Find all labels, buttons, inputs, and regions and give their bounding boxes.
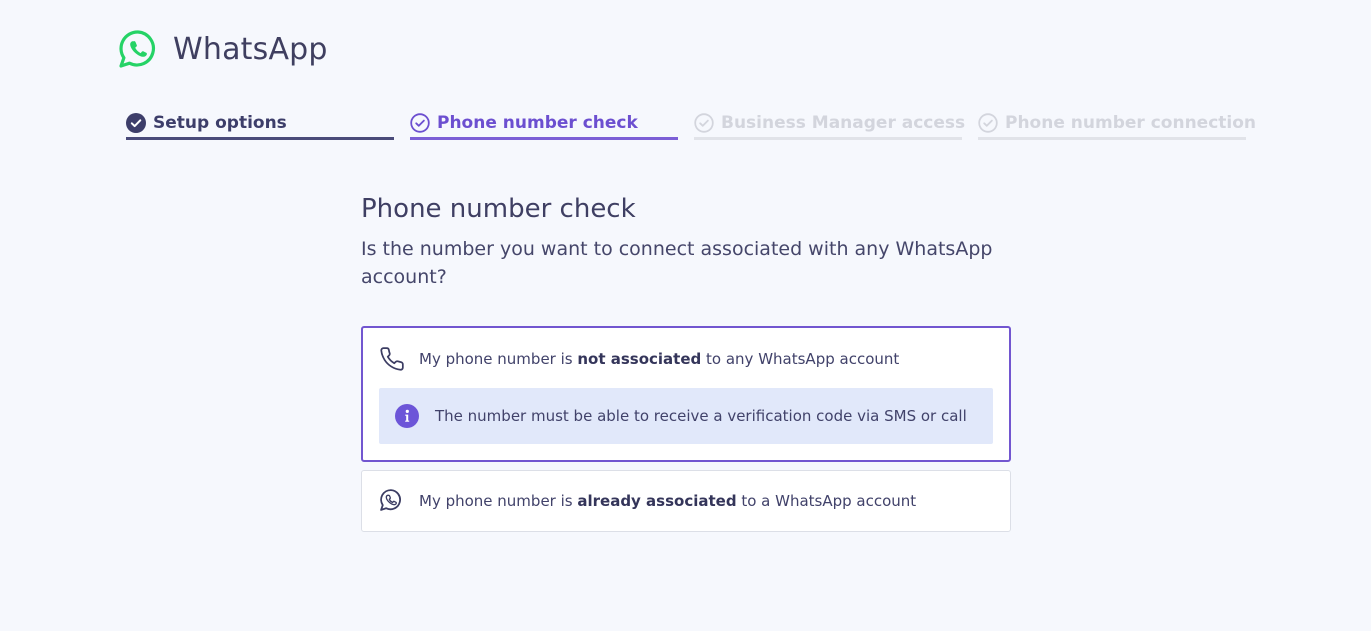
check-filled-icon bbox=[126, 113, 146, 133]
step-label: Business Manager access bbox=[721, 113, 966, 133]
option-emphasis: already associated bbox=[577, 492, 737, 510]
option-not-associated[interactable]: My phone number is not associated to any… bbox=[361, 326, 1011, 462]
option-emphasis: not associated bbox=[577, 350, 702, 368]
main-content: Phone number check Is the number you wan… bbox=[361, 194, 1011, 291]
app-header: WhatsApp bbox=[118, 29, 328, 69]
progress-stepper: Setup options Phone number check Busines… bbox=[126, 110, 1256, 140]
page-subtitle: Is the number you want to connect associ… bbox=[361, 238, 993, 288]
step-setup-options[interactable]: Setup options bbox=[126, 110, 394, 140]
whatsapp-logo-icon bbox=[118, 29, 158, 69]
step-business-manager-access[interactable]: Business Manager access bbox=[694, 110, 966, 140]
app-title: WhatsApp bbox=[173, 31, 328, 67]
info-text: The number must be able to receive a ver… bbox=[435, 407, 967, 425]
step-label: Phone number check bbox=[437, 113, 638, 133]
step-label: Phone number connection bbox=[1005, 113, 1257, 133]
check-outline-icon bbox=[694, 113, 714, 133]
phone-icon bbox=[379, 346, 405, 372]
step-phone-number-connection[interactable]: Phone number connection bbox=[978, 110, 1256, 140]
page-title: Phone number check bbox=[361, 194, 636, 224]
whatsapp-icon bbox=[379, 488, 405, 514]
info-banner: The number must be able to receive a ver… bbox=[379, 388, 993, 444]
option-label: My phone number is not associated to any… bbox=[419, 350, 900, 368]
step-label: Setup options bbox=[153, 113, 287, 133]
check-outline-icon bbox=[410, 113, 430, 133]
step-phone-number-check[interactable]: Phone number check bbox=[410, 110, 678, 140]
info-icon bbox=[395, 404, 419, 428]
check-outline-icon bbox=[978, 113, 998, 133]
option-label: My phone number is already associated to… bbox=[419, 492, 917, 510]
option-already-associated[interactable]: My phone number is already associated to… bbox=[361, 470, 1011, 532]
